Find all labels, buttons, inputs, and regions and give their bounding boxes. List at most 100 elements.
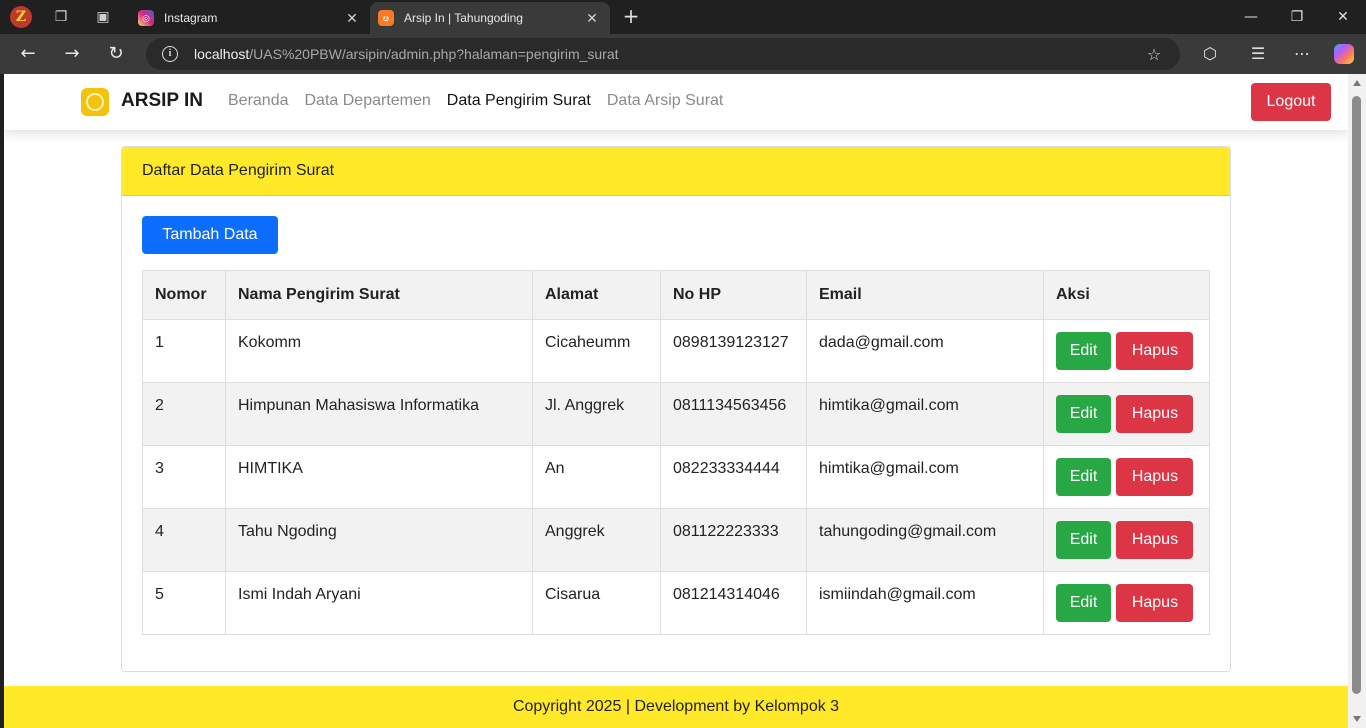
table-row: 1 Kokomm Cicaheumm 0898139123127 dada@gm… (142, 319, 1210, 383)
tab-instagram[interactable]: ◎ Instagram ✕ (130, 2, 370, 34)
cell-alamat: Jl. Anggrek (532, 382, 661, 446)
tab-title: Arsip In | Tahungoding (404, 11, 523, 25)
favorite-star-icon[interactable]: ☆ (1144, 45, 1164, 64)
cell-email: tahungoding@gmail.com (806, 508, 1044, 572)
instagram-icon: ◎ (138, 10, 154, 26)
col-nama: Nama Pengirim Surat (225, 270, 533, 320)
cell-nomor: 2 (142, 382, 226, 446)
extensions-icon[interactable]: ⬡ (1198, 42, 1222, 66)
close-tab-icon[interactable]: ✕ (582, 10, 602, 27)
restore-icon[interactable]: ❐ (1286, 6, 1308, 28)
logout-button[interactable]: Logout (1251, 83, 1331, 121)
cell-nama: HIMTIKA (225, 445, 533, 509)
page-scrollbar[interactable] (1348, 74, 1366, 728)
cell-alamat: Cisarua (532, 571, 661, 635)
cell-alamat: Cicaheumm (532, 319, 661, 383)
cell-aksi: Edit Hapus (1043, 571, 1210, 635)
cell-nomor: 4 (142, 508, 226, 572)
edit-button[interactable]: Edit (1056, 458, 1111, 496)
cell-hp: 0811134563456 (660, 382, 807, 446)
nav-item-data-arsip-surat[interactable]: Data Arsip Surat (607, 92, 724, 110)
pengirim-surat-card: Daftar Data Pengirim Surat Tambah Data N… (121, 146, 1231, 672)
scroll-thumb[interactable] (1352, 96, 1361, 694)
cell-aksi: Edit Hapus (1043, 382, 1210, 446)
page-viewport: ARSIP IN Beranda Data Departemen Data Pe… (4, 74, 1348, 728)
cell-nomor: 3 (142, 445, 226, 509)
col-aksi: Aksi (1043, 270, 1210, 320)
table-row: 5 Ismi Indah Aryani Cisarua 081214314046… (142, 571, 1210, 635)
edit-button[interactable]: Edit (1056, 521, 1111, 559)
col-no-hp: No HP (660, 270, 807, 320)
cell-email: ismiindah@gmail.com (806, 571, 1044, 635)
cell-hp: 082233334444 (660, 445, 807, 509)
table-row: 4 Tahu Ngoding Anggrek 081122223333 tahu… (142, 508, 1210, 572)
forward-icon[interactable]: → (60, 42, 84, 66)
col-alamat: Alamat (532, 270, 661, 320)
copilot-icon[interactable] (1334, 44, 1354, 64)
nav-item-data-pengirim-surat[interactable]: Data Pengirim Surat (447, 92, 591, 110)
tab-actions-icon[interactable]: ▣ (92, 6, 114, 28)
edit-button[interactable]: Edit (1056, 332, 1111, 370)
brand-logo-icon[interactable] (81, 88, 109, 116)
cell-hp: 0898139123127 (660, 319, 807, 383)
tab-title: Instagram (164, 11, 218, 25)
edit-button[interactable]: Edit (1056, 395, 1111, 433)
site-info-icon[interactable]: i (162, 46, 178, 62)
browser-toolbar: ← → ↻ i localhost/UAS%20PBW/arsipin/admi… (0, 34, 1366, 74)
table-row: 2 Himpunan Mahasiswa Informatika Jl. Ang… (142, 382, 1210, 446)
refresh-icon[interactable]: ↻ (104, 42, 128, 66)
brand-name[interactable]: ARSIP IN (121, 90, 203, 112)
url-host: localhost (194, 46, 250, 62)
address-bar[interactable]: i localhost/UAS%20PBW/arsipin/admin.php?… (146, 38, 1180, 70)
cell-aksi: Edit Hapus (1043, 319, 1210, 383)
cell-nama: Ismi Indah Aryani (225, 571, 533, 635)
table-row: 3 HIMTIKA An 082233334444 himtika@gmail.… (142, 445, 1210, 509)
cell-alamat: Anggrek (532, 508, 661, 572)
cell-hp: 081122223333 (660, 508, 807, 572)
hapus-button[interactable]: Hapus (1116, 458, 1194, 496)
nav-item-data-departemen[interactable]: Data Departemen (305, 92, 431, 110)
favorites-icon[interactable]: ☰ (1246, 42, 1270, 66)
cell-nomor: 5 (142, 571, 226, 635)
cell-email: himtika@gmail.com (806, 445, 1044, 509)
col-nomor: Nomor (142, 270, 226, 320)
tab-arsip-in[interactable]: ೞ Arsip In | Tahungoding ✕ (370, 2, 610, 34)
hapus-button[interactable]: Hapus (1116, 332, 1194, 370)
nav-item-beranda[interactable]: Beranda (228, 92, 289, 110)
scroll-down-icon[interactable] (1353, 716, 1361, 722)
col-email: Email (806, 270, 1044, 320)
site-footer: Copyright 2025 | Development by Kelompok… (4, 686, 1348, 728)
site-navbar: ARSIP IN Beranda Data Departemen Data Pe… (4, 74, 1348, 130)
cell-nama: Himpunan Mahasiswa Informatika (225, 382, 533, 446)
tambah-data-button[interactable]: Tambah Data (142, 216, 278, 254)
url-text[interactable]: localhost/UAS%20PBW/arsipin/admin.php?ha… (194, 46, 1144, 62)
cell-nama: Kokomm (225, 319, 533, 383)
back-icon[interactable]: ← (16, 42, 40, 66)
table-header-row: Nomor Nama Pengirim Surat Alamat No HP E… (142, 270, 1210, 320)
scroll-up-icon[interactable] (1353, 80, 1361, 86)
url-path: /UAS%20PBW/arsipin/admin.php?halaman=pen… (249, 46, 619, 62)
cell-email: himtika@gmail.com (806, 382, 1044, 446)
hapus-button[interactable]: Hapus (1116, 521, 1194, 559)
hapus-button[interactable]: Hapus (1116, 395, 1194, 433)
cell-nomor: 1 (142, 319, 226, 383)
cell-email: dada@gmail.com (806, 319, 1044, 383)
xampp-icon: ೞ (378, 10, 394, 26)
close-tab-icon[interactable]: ✕ (342, 10, 362, 27)
cell-alamat: An (532, 445, 661, 509)
close-window-icon[interactable]: ✕ (1332, 6, 1354, 28)
cell-nama: Tahu Ngoding (225, 508, 533, 572)
card-title: Daftar Data Pengirim Surat (122, 147, 1230, 196)
cell-hp: 081214314046 (660, 571, 807, 635)
cell-aksi: Edit Hapus (1043, 508, 1210, 572)
more-menu-icon[interactable]: ⋯ (1290, 42, 1314, 66)
workspaces-icon[interactable]: ❐ (50, 6, 72, 28)
edit-button[interactable]: Edit (1056, 584, 1111, 622)
nav-menu: Beranda Data Departemen Data Pengirim Su… (228, 92, 739, 110)
new-tab-button[interactable]: + (620, 6, 642, 28)
cell-aksi: Edit Hapus (1043, 445, 1210, 509)
pengirim-table: Nomor Nama Pengirim Surat Alamat No HP E… (142, 270, 1210, 635)
browser-profile-icon[interactable]: Z (10, 6, 32, 28)
hapus-button[interactable]: Hapus (1116, 584, 1194, 622)
minimize-icon[interactable]: — (1240, 6, 1262, 28)
